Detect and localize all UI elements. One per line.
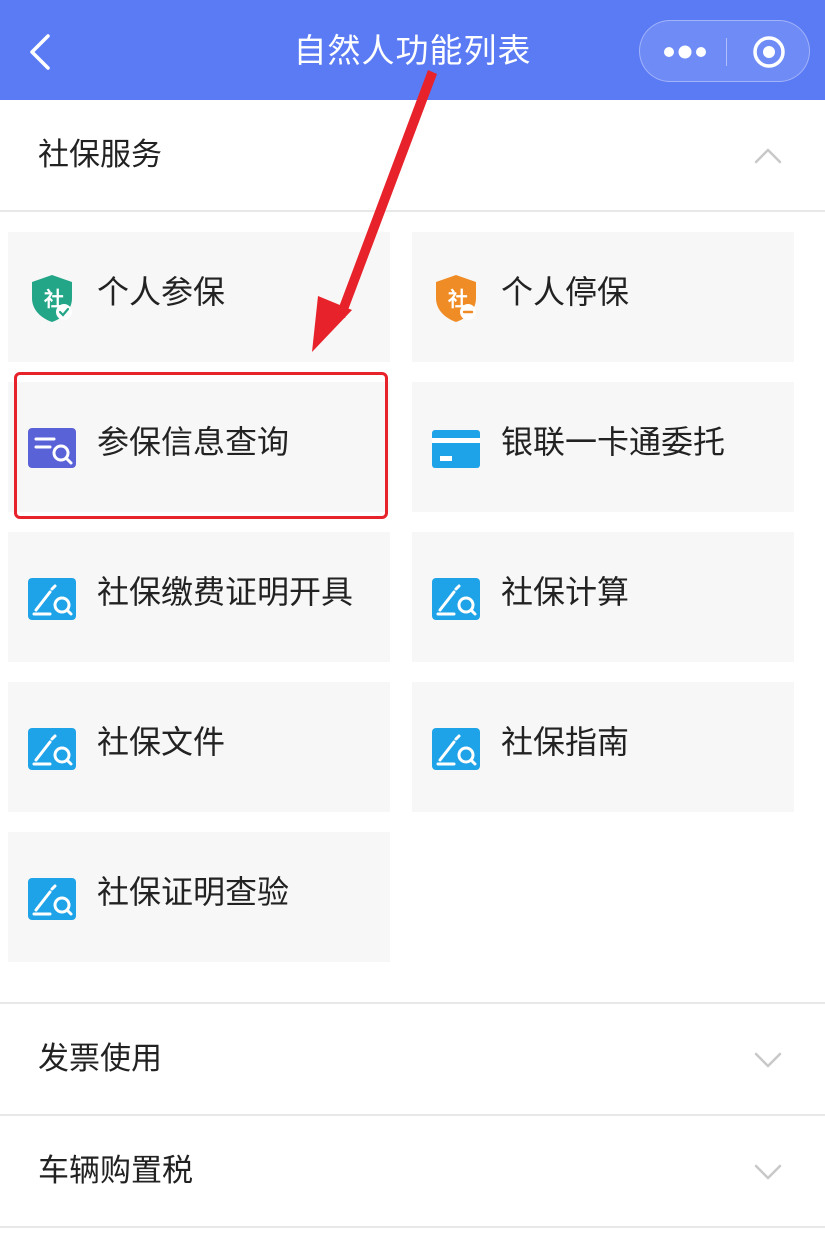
- edit-search-icon: [28, 878, 76, 920]
- edit-search-icon: [28, 578, 76, 620]
- highlight-box: [14, 372, 388, 519]
- tile-payment-certificate[interactable]: 社保缴费证明开具: [8, 532, 390, 662]
- tile-calculator[interactable]: 社保计算: [412, 532, 794, 662]
- chevron-down-icon: [754, 1052, 782, 1068]
- tile-unionpay-card[interactable]: 银联一卡通委托: [412, 382, 794, 512]
- tile-guide[interactable]: 社保指南: [412, 682, 794, 812]
- more-button[interactable]: [640, 21, 726, 81]
- chevron-down-icon: [754, 1164, 782, 1180]
- close-miniprogram-button[interactable]: [727, 21, 810, 81]
- tile-label: 社保缴费证明开具: [97, 573, 354, 611]
- edit-search-icon: [432, 728, 480, 770]
- chevron-left-icon: [30, 34, 50, 70]
- edit-search-icon: [28, 728, 76, 770]
- card-icon: [432, 430, 480, 468]
- tile-label: 社保证明查验: [97, 873, 290, 911]
- tile-label: 社保文件: [97, 723, 226, 761]
- divider: [0, 1226, 825, 1228]
- more-dots-icon: [664, 45, 706, 59]
- tile-personal-stop[interactable]: 社 个人停保: [412, 232, 794, 362]
- section-header-vehicle-tax[interactable]: 车辆购置税: [0, 1116, 825, 1226]
- section-title: 发票使用: [38, 1041, 162, 1077]
- shield-minus-icon: 社: [436, 275, 476, 322]
- section-header-invoice[interactable]: 发票使用: [0, 1004, 825, 1114]
- tile-documents[interactable]: 社保文件: [8, 682, 390, 812]
- chevron-up-icon: [754, 148, 782, 164]
- target-circle-icon: [753, 36, 785, 68]
- tile-label: 个人参保: [97, 273, 226, 311]
- title-bar: 自然人功能列表: [0, 0, 825, 100]
- back-button[interactable]: [22, 28, 62, 76]
- tile-label: 社保计算: [501, 573, 630, 611]
- section-title: 车辆购置税: [38, 1153, 193, 1189]
- mini-program-capsule: [639, 20, 810, 82]
- tile-certificate-verify[interactable]: 社保证明查验: [8, 832, 390, 962]
- tile-label: 银联一卡通委托: [501, 423, 726, 461]
- edit-search-icon: [432, 578, 480, 620]
- section-title: 社保服务: [38, 137, 162, 173]
- tile-label: 个人停保: [501, 273, 630, 311]
- shield-check-icon: 社: [32, 275, 72, 322]
- section-header-social-security[interactable]: 社保服务: [0, 100, 825, 210]
- divider: [0, 210, 825, 212]
- tile-personal-enroll[interactable]: 社 个人参保: [8, 232, 390, 362]
- tile-label: 社保指南: [501, 723, 630, 761]
